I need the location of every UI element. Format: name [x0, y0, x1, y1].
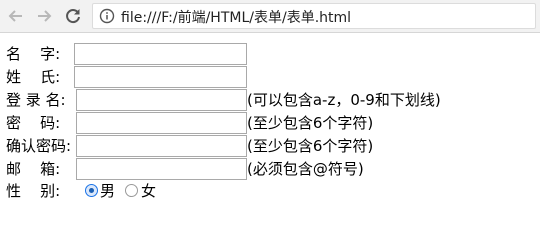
last-name-label: 姓 氏: — [6, 68, 61, 86]
reload-icon — [66, 9, 80, 24]
last-name-input[interactable] — [74, 66, 247, 88]
first-name-input[interactable] — [74, 43, 247, 65]
browser-toolbar: file:///F:/前端/HTML/表单/表单.html — [0, 0, 540, 33]
username-hint: (可以包含a-z，0-9和下划线) — [247, 91, 441, 109]
confirm-password-label: 确认密码: — [6, 137, 72, 155]
gender-male-label[interactable]: 男 — [100, 180, 115, 202]
gender-female-label[interactable]: 女 — [141, 180, 156, 202]
arrow-left-icon — [8, 10, 22, 22]
registration-form: 名 字: 姓 氏: 登 录 名: (可以包含a-z，0-9和下划线) 密 码: … — [0, 33, 540, 211]
first-name-label: 名 字: — [6, 45, 61, 63]
gender-label: 性 别: — [6, 182, 61, 200]
arrow-right-icon — [38, 10, 52, 22]
confirm-password-input[interactable] — [76, 135, 247, 157]
username-input[interactable] — [76, 89, 247, 111]
email-hint: (必须包含@符号) — [247, 160, 364, 178]
confirm-password-hint: (至少包含6个字符) — [247, 137, 374, 155]
password-label: 密 码: — [6, 114, 61, 132]
password-hint: (至少包含6个字符) — [247, 114, 374, 132]
gender-male-radio[interactable] — [85, 184, 98, 197]
back-button[interactable] — [6, 6, 26, 26]
address-bar[interactable]: file:///F:/前端/HTML/表单/表单.html — [92, 3, 536, 29]
info-icon — [99, 8, 115, 24]
reload-button[interactable] — [63, 6, 83, 26]
email-label: 邮 箱: — [6, 160, 61, 178]
forward-button[interactable] — [34, 6, 54, 26]
address-url: file:///F:/前端/HTML/表单/表单.html — [121, 10, 352, 26]
gender-female-radio[interactable] — [125, 184, 138, 197]
email-input[interactable] — [76, 158, 247, 180]
password-input[interactable] — [76, 112, 247, 134]
username-label: 登 录 名: — [6, 91, 66, 109]
